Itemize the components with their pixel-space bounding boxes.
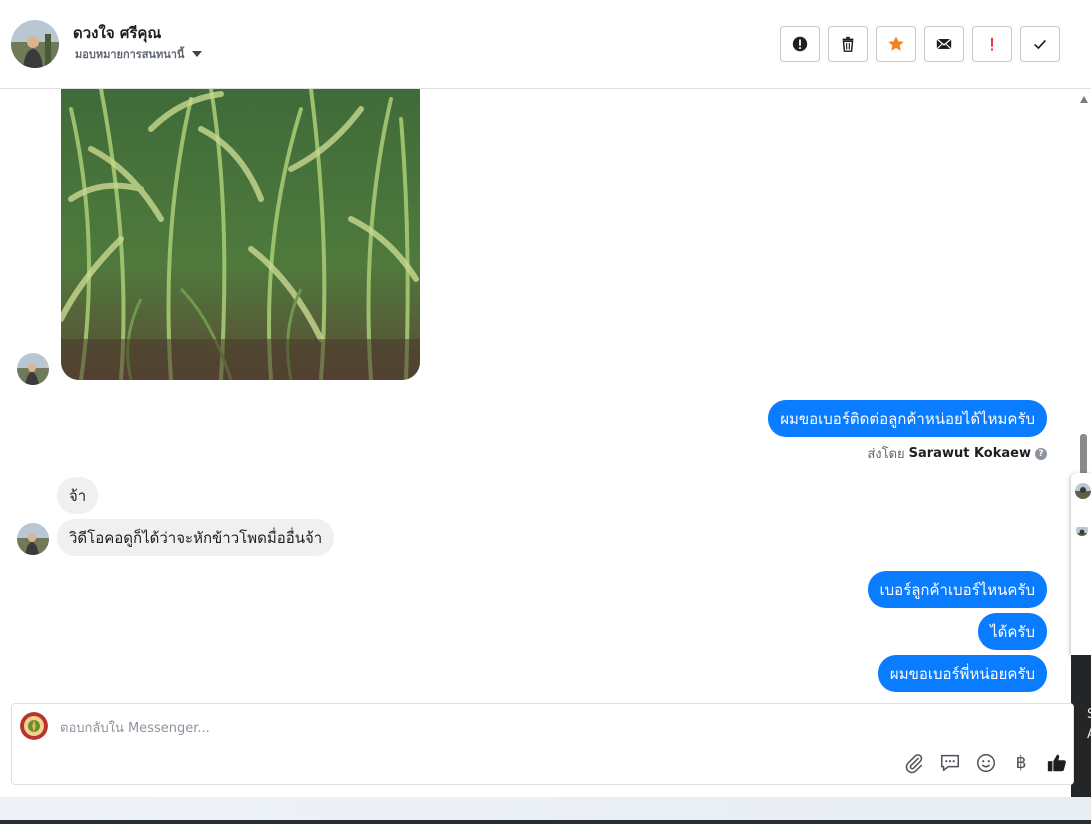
paperclip-icon [905, 754, 923, 774]
contact-avatar[interactable] [11, 20, 59, 68]
payment-button[interactable]: ฿ [1009, 751, 1033, 775]
contact-avatar-small [17, 353, 49, 385]
sent-by-name: Sarawut Kokaew [908, 446, 1031, 461]
sent-by-prefix: ส่งโดย [867, 447, 905, 462]
notification-letter: A [1087, 727, 1091, 742]
envelope-icon [936, 38, 952, 50]
star-icon [888, 36, 904, 51]
message-bubble-outgoing[interactable]: ผมขอเบอร์พี่หน่อยครับ [877, 655, 1047, 692]
corn-field-photo[interactable] [61, 89, 420, 380]
page-avatar [20, 712, 48, 740]
reply-composer: ฿ [11, 703, 1074, 785]
star-button[interactable] [876, 26, 916, 62]
done-button[interactable] [1020, 26, 1060, 62]
message-bubble-outgoing[interactable]: ได้ครับ [978, 613, 1047, 650]
scroll-up-arrow-icon[interactable] [1080, 96, 1088, 103]
assign-label: มอบหมายการสนทนานี้ [75, 48, 185, 61]
thumbs-up-icon [1047, 754, 1066, 772]
delete-button[interactable] [828, 26, 868, 62]
chat-head-avatar[interactable] [1076, 524, 1088, 536]
like-button[interactable] [1045, 751, 1069, 775]
help-icon[interactable]: ? [1035, 447, 1047, 460]
reply-input[interactable] [60, 718, 860, 738]
attach-file-button[interactable] [902, 751, 926, 775]
spam-button[interactable] [972, 26, 1012, 62]
emoji-button[interactable] [974, 751, 998, 775]
messenger-inbox-window: ดวงใจ ศรีคุณ มอบหมายการสนทนานี้ ผมขอเบอร… [0, 0, 1091, 824]
saved-replies-button[interactable] [938, 751, 962, 775]
check-icon [1034, 39, 1046, 50]
notification-panel[interactable]: S A [1071, 655, 1091, 810]
contact-avatar-small [17, 523, 49, 555]
exclamation-icon [991, 37, 993, 51]
message-bubble-outgoing[interactable]: เบอร์ลูกค้าเบอร์ไหนครับ [867, 571, 1047, 608]
assign-conversation-dropdown[interactable]: มอบหมายการสนทนานี้ [75, 45, 203, 63]
chevron-down-icon [192, 51, 203, 57]
notification-letter: S [1087, 707, 1091, 722]
conversation-header: ดวงใจ ศรีคุณ มอบหมายการสนทนานี้ [0, 0, 1091, 89]
scrollbar-thumb[interactable] [1080, 434, 1087, 476]
saved-reply-icon [941, 754, 959, 772]
exclamation-circle-icon [792, 36, 808, 52]
taskbar-edge [0, 820, 1091, 824]
alert-button[interactable] [780, 26, 820, 62]
mark-unread-button[interactable] [924, 26, 964, 62]
contact-name: ดวงใจ ศรีคุณ [73, 24, 162, 42]
emoji-icon [977, 754, 995, 772]
message-thread[interactable]: ผมขอเบอร์ติดต่อลูกค้าหน่อยได้ไหมครับ ส่ง… [0, 89, 1091, 699]
message-bubble-incoming[interactable]: วิดีโอคอดูก็ได้ว่าจะหักข้าวโพดมื่ออื่นจ้… [57, 519, 335, 556]
side-chat-panel[interactable] [1071, 473, 1091, 655]
chat-head-avatar[interactable] [1075, 483, 1091, 499]
baht-icon: ฿ [1015, 753, 1027, 773]
trash-icon [842, 36, 854, 52]
message-bubble-outgoing[interactable]: ผมขอเบอร์ติดต่อลูกค้าหน่อยได้ไหมครับ [768, 400, 1047, 437]
message-bubble-incoming[interactable]: จ้า [57, 477, 99, 514]
sent-by-label: ส่งโดย Sarawut Kokaew ? [867, 443, 1047, 464]
